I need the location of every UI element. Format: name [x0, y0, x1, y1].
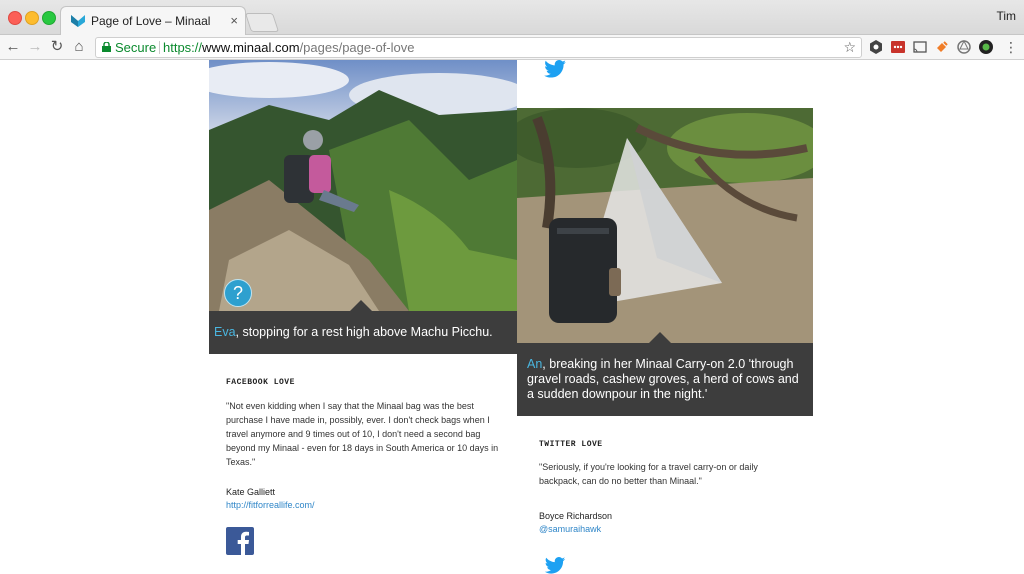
eva-caption-text: , stopping for a rest high above Machu P… — [235, 325, 493, 339]
help-button[interactable]: ? — [224, 279, 252, 307]
address-bar[interactable]: Secure https://www.minaal.com/pages/page… — [95, 37, 862, 58]
aperture-extension-icon[interactable] — [956, 39, 972, 55]
secure-label: Secure — [115, 40, 157, 55]
facebook-author: Kate Galliett — [226, 487, 276, 497]
eva-name-link[interactable]: Eva — [214, 325, 236, 339]
browser-tab[interactable]: Page of Love – Minaal × — [60, 6, 246, 35]
facebook-icon[interactable] — [226, 527, 254, 555]
menu-icon[interactable]: ⋮ — [1002, 38, 1020, 56]
reload-icon[interactable]: ↻ — [48, 38, 66, 56]
lock-icon — [102, 42, 111, 52]
twitter-author: Boyce Richardson — [539, 511, 613, 521]
an-name-link[interactable]: An — [527, 357, 542, 371]
eva-machu-picchu-photo — [209, 60, 517, 311]
tab-title: Page of Love – Minaal — [91, 14, 211, 28]
twitter-love-label: TWITTER LOVE — [539, 440, 603, 449]
minimize-window-button[interactable] — [25, 11, 39, 25]
browser-tab-bar: Page of Love – Minaal × Tim — [0, 0, 1024, 35]
twitter-handle-link[interactable]: @samuraihawk — [539, 524, 601, 534]
an-caption: An, breaking in her Minaal Carry-on 2.0 … — [517, 343, 813, 416]
facebook-quote: "Not even kidding when I say that the Mi… — [226, 401, 499, 467]
cast-icon[interactable] — [912, 39, 928, 55]
new-tab-button[interactable] — [244, 13, 280, 32]
browser-toolbar: ← → ↻ ⌂ Secure https://www.minaal.com/pa… — [0, 35, 1024, 60]
tab-close-icon[interactable]: × — [230, 13, 238, 28]
url-text[interactable]: https://www.minaal.com/pages/page-of-lov… — [163, 38, 414, 57]
hexagon-extension-icon[interactable] — [868, 39, 884, 55]
twitter-icon-bottom[interactable] — [544, 557, 566, 574]
an-tent-photo — [517, 108, 813, 343]
facebook-author-link[interactable]: http://fitforreallife.com/ — [226, 500, 315, 510]
twitter-icon[interactable] — [544, 60, 566, 78]
facebook-love-label: FACEBOOK LOVE — [226, 378, 295, 387]
zoom-window-button[interactable] — [42, 11, 56, 25]
minaal-favicon-icon — [71, 15, 85, 27]
camera-extension-icon[interactable] — [978, 39, 994, 55]
eva-caption: Eva, stopping for a rest high above Mach… — [209, 311, 517, 354]
close-window-button[interactable] — [8, 11, 22, 25]
plug-extension-icon[interactable] — [934, 39, 950, 55]
twitter-quote: "Seriously, if you're looking for a trav… — [539, 462, 758, 486]
star-icon[interactable]: ☆ — [843, 38, 856, 57]
lastpass-extension-icon[interactable] — [890, 39, 906, 55]
an-caption-text: , breaking in her Minaal Carry-on 2.0 't… — [527, 357, 799, 401]
profile-name[interactable]: Tim — [996, 9, 1016, 23]
home-icon[interactable]: ⌂ — [70, 38, 88, 56]
back-icon[interactable]: ← — [4, 38, 22, 56]
forward-icon[interactable]: → — [26, 38, 44, 56]
